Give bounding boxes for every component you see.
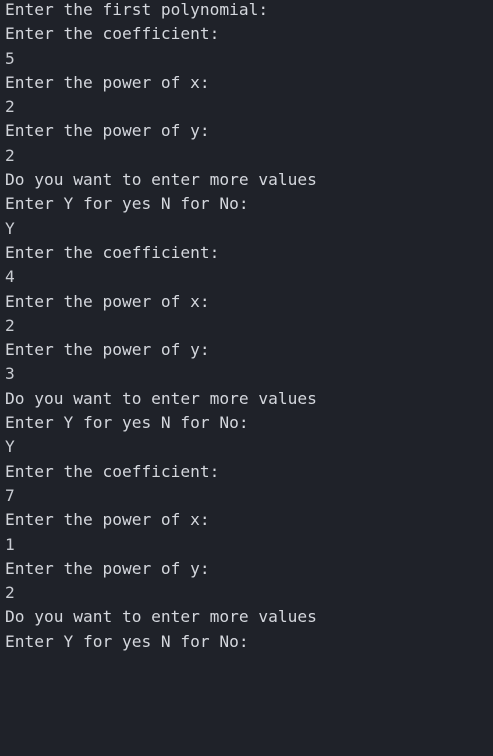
terminal-prompt-line: Enter Y for yes N for No: — [5, 631, 249, 651]
terminal-output[interactable]: Enter the first polynomial: Enter the coe… — [0, 0, 493, 756]
